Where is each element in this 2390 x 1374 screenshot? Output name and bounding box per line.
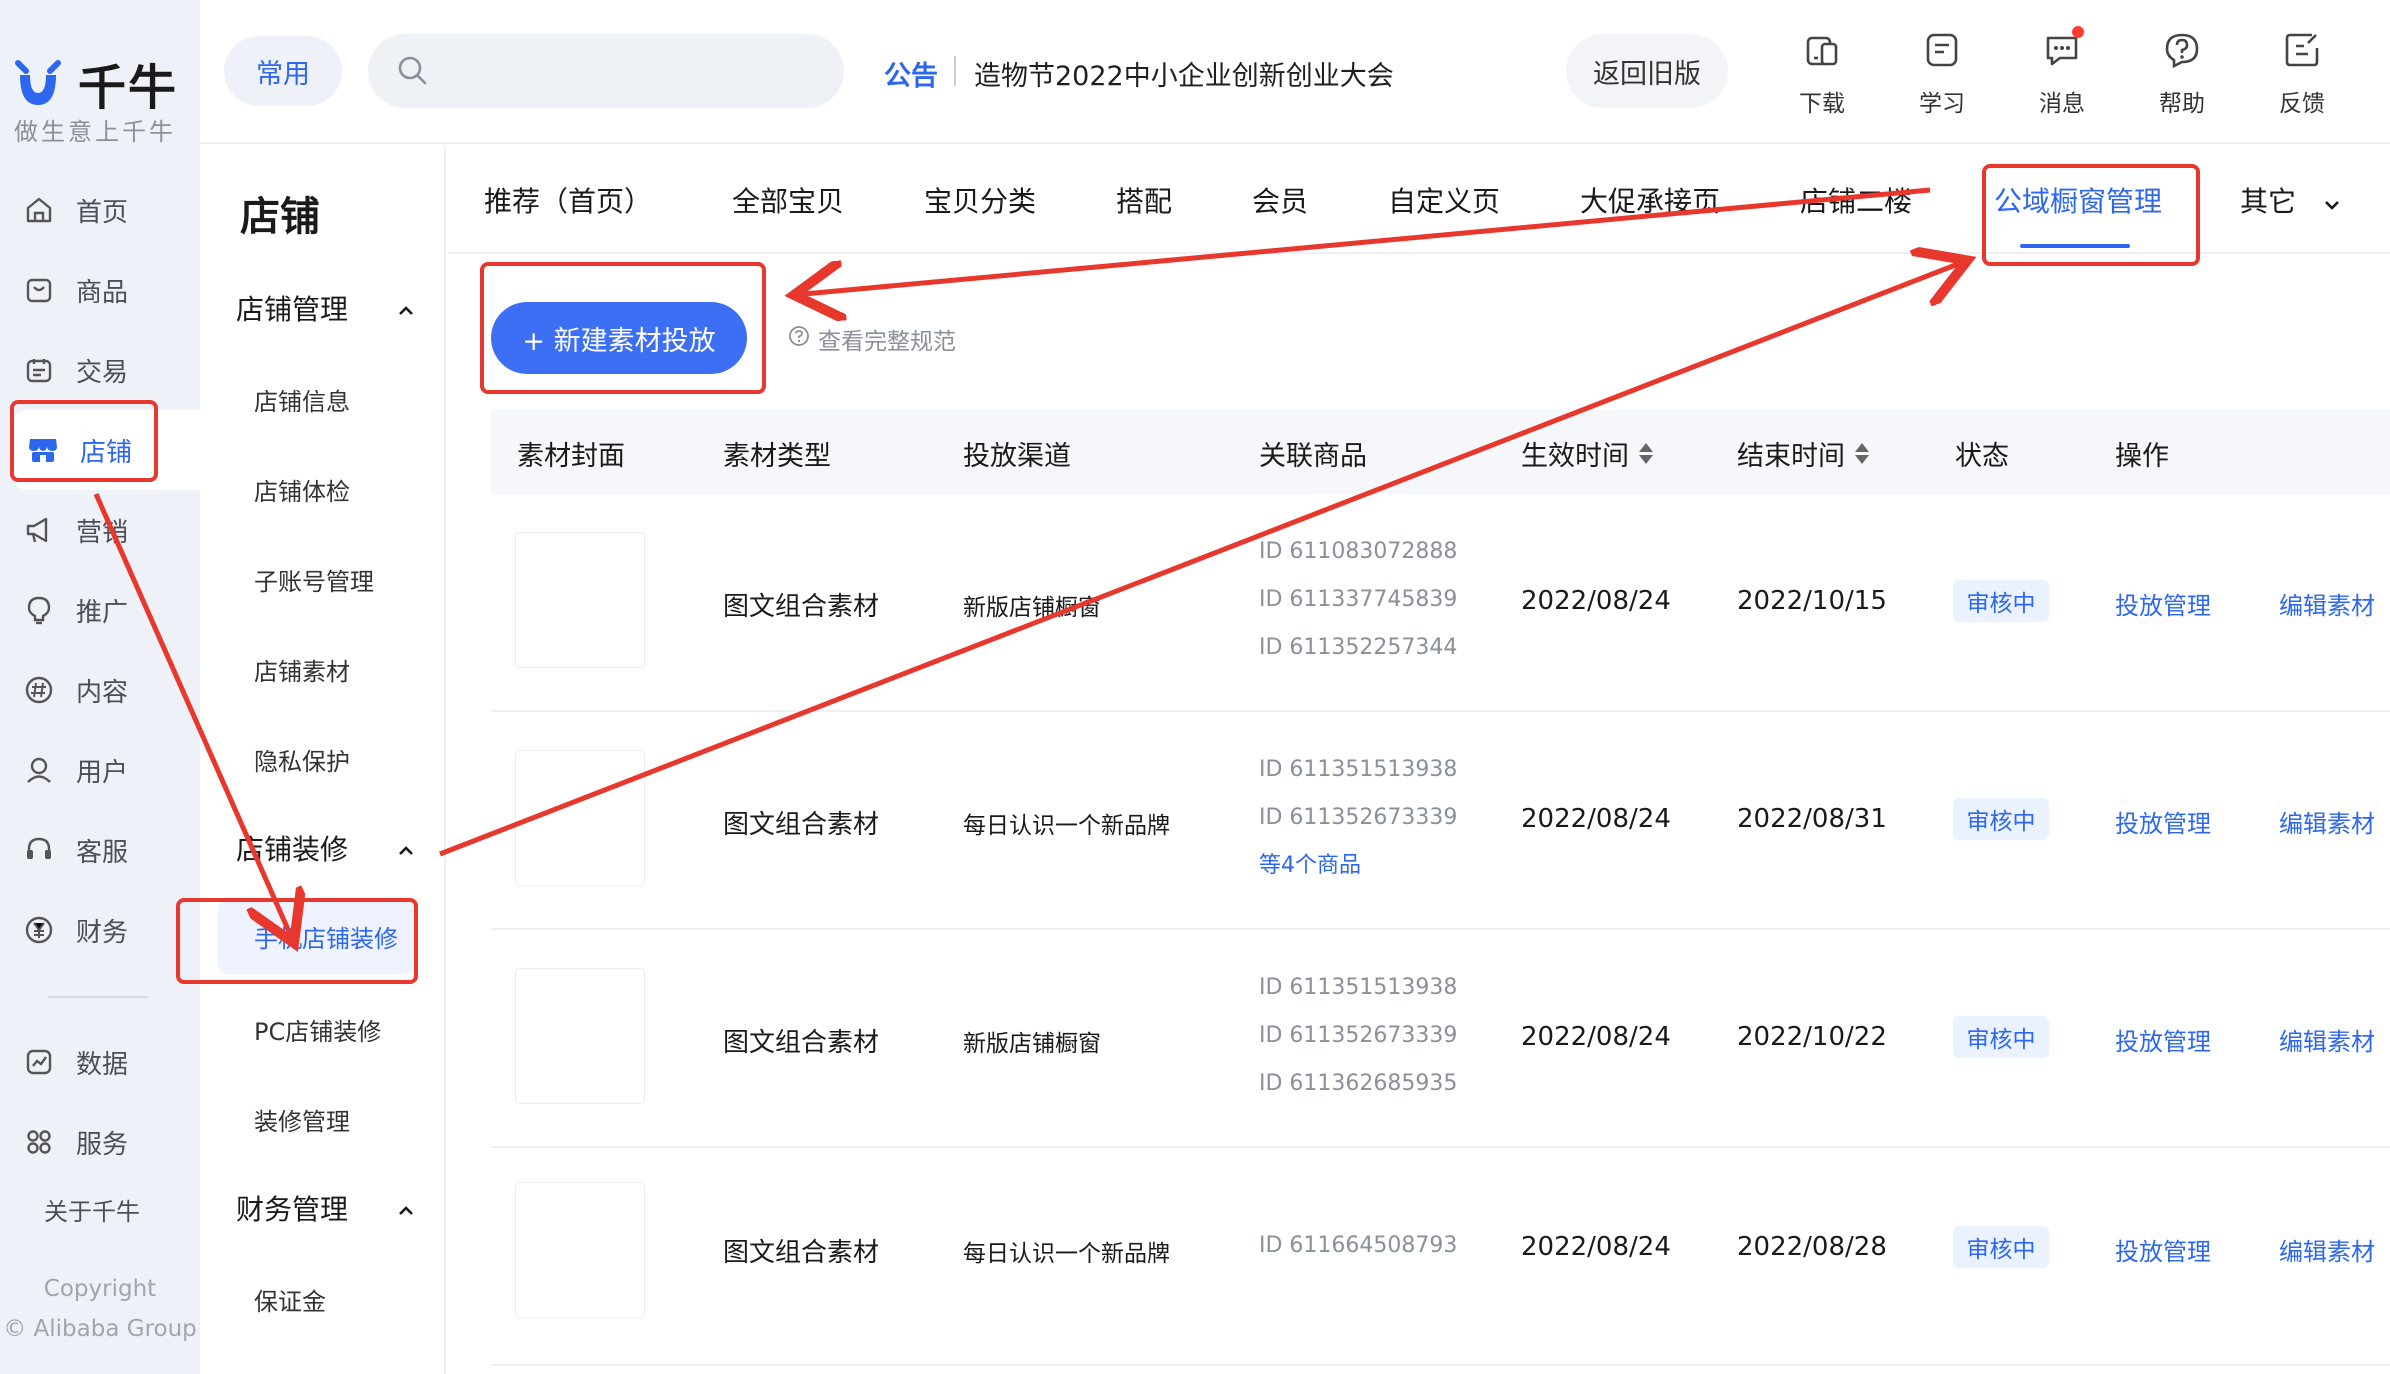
arrow-decoration-to-public-window-tab <box>439 264 1958 857</box>
annotation-arrows <box>93 187 2390 1374</box>
arrow-tab-to-new-button <box>804 187 1931 294</box>
arrow-store-to-mobile-decoration <box>93 492 290 934</box>
